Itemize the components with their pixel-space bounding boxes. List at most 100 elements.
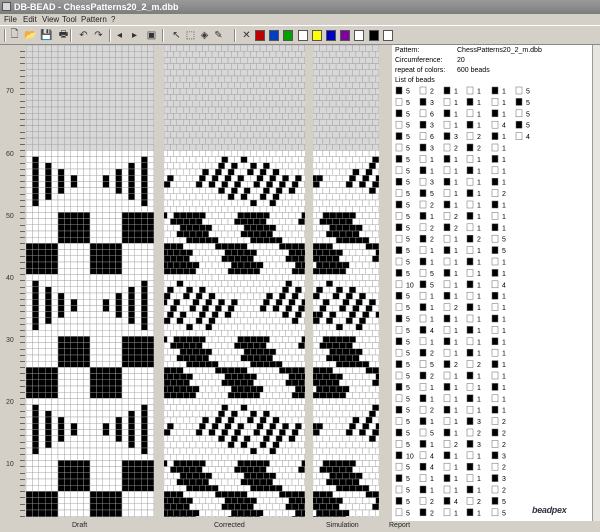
bead-cell <box>108 416 116 424</box>
draft-pane[interactable] <box>26 45 154 517</box>
bead-swatch <box>395 189 403 197</box>
vertical-scrollbar[interactable] <box>592 45 600 521</box>
bead-cell <box>199 348 206 356</box>
bead-cell <box>26 323 33 331</box>
tab-draft[interactable]: Draft <box>72 522 87 529</box>
bead-cell <box>240 367 248 374</box>
bead-cell <box>275 373 283 381</box>
bead-count: 5 <box>406 362 410 369</box>
bead-cell <box>342 137 350 145</box>
color-swatch[interactable] <box>369 30 379 41</box>
bead-cell <box>278 193 286 201</box>
bead-cell <box>262 137 270 145</box>
bead-cell <box>183 45 190 52</box>
bead-cell <box>329 361 337 368</box>
bead-cell <box>102 286 110 294</box>
new-file-icon[interactable]: 🗋 <box>8 29 21 42</box>
bead-cell <box>128 50 136 58</box>
redo-icon[interactable]: ↷ <box>92 29 105 42</box>
bead-cell <box>291 367 299 374</box>
bead-cell <box>26 249 33 257</box>
menu-help[interactable]: ? <box>111 15 115 24</box>
bead-cell <box>375 112 379 120</box>
bead-cell <box>176 243 184 250</box>
bead-count: 1 <box>454 168 458 175</box>
bead-cell <box>121 131 129 139</box>
save-icon[interactable]: 💾 <box>40 29 53 42</box>
bead-cell <box>313 503 320 511</box>
bead-cell <box>96 404 104 412</box>
bead-cell <box>45 348 52 356</box>
select-rect-icon[interactable]: ⬚ <box>184 29 197 42</box>
bead-cell <box>237 435 245 443</box>
delete-icon[interactable]: ✕ <box>240 29 253 42</box>
bead-cell <box>332 392 340 399</box>
bead-cell <box>316 137 324 145</box>
color-swatch[interactable] <box>269 30 279 41</box>
bead-cell <box>291 57 299 64</box>
bead-cell <box>140 435 148 443</box>
bead-cell <box>134 404 142 412</box>
bead-cell <box>269 187 277 195</box>
bead-cell <box>89 305 97 312</box>
bead-cell <box>313 410 317 418</box>
tab-simulation[interactable]: Simulation <box>326 522 359 529</box>
open-folder-icon[interactable]: 📂 <box>24 29 37 42</box>
arrow-left-icon[interactable]: ◂ <box>113 29 126 42</box>
menu-file[interactable]: File <box>4 15 17 24</box>
color-swatch[interactable] <box>255 30 265 41</box>
bead-cell <box>329 75 337 83</box>
pointer-icon[interactable]: ↖ <box>170 29 183 42</box>
color-swatch[interactable] <box>326 30 336 41</box>
bead-cell <box>256 137 264 145</box>
tab-corrected[interactable]: Corrected <box>214 522 245 529</box>
menu-tool[interactable]: Tool <box>62 15 77 24</box>
bead-cell <box>325 367 333 374</box>
bead-cell <box>64 298 72 306</box>
print-icon[interactable]: 🖶 <box>57 29 70 42</box>
arrow-right-icon[interactable]: ▸ <box>128 29 141 42</box>
bead-cell <box>38 255 46 263</box>
bead-cell <box>345 379 353 387</box>
bead-cell <box>342 88 350 95</box>
bead-cell <box>256 212 264 219</box>
color-swatch[interactable] <box>283 30 293 41</box>
bead-cell <box>359 193 367 201</box>
bead-cell <box>199 75 206 83</box>
bead-swatch <box>443 428 451 437</box>
bead-cell <box>121 274 129 281</box>
color-picker-icon[interactable]: ✎ <box>212 29 225 42</box>
bead-cell <box>250 63 258 71</box>
bead-cell <box>234 57 242 64</box>
bead-cell <box>259 342 267 350</box>
bead-cell <box>342 187 350 195</box>
menu-edit[interactable]: Edit <box>23 15 37 24</box>
color-swatch[interactable] <box>354 30 364 41</box>
bead-cell <box>192 398 200 405</box>
bead-cell <box>134 75 142 83</box>
bead-count: 2 <box>430 225 434 232</box>
fill-bucket-icon[interactable]: ◈ <box>198 29 211 42</box>
simulation-pane[interactable] <box>313 45 379 517</box>
menu-pattern[interactable]: Pattern <box>81 15 107 24</box>
color-swatch[interactable] <box>298 30 308 41</box>
tab-report[interactable]: Report <box>389 522 410 529</box>
bead-cell <box>262 75 270 83</box>
bead-cell <box>362 485 370 492</box>
corrected-pane[interactable] <box>164 45 305 517</box>
undo-icon[interactable]: ↶ <box>77 29 90 42</box>
bead-cell <box>26 168 33 176</box>
preview-icon[interactable]: ▣ <box>145 29 158 42</box>
bead-cell <box>202 82 210 89</box>
bead-cell <box>243 100 251 108</box>
bead-cell <box>189 119 197 126</box>
bead-swatch <box>466 417 474 425</box>
bead-count: 1 <box>477 339 481 346</box>
color-swatch[interactable] <box>383 30 393 41</box>
color-swatch[interactable] <box>312 30 322 41</box>
menu-view[interactable]: View <box>42 15 59 24</box>
bead-cell <box>375 509 379 517</box>
bead-cell <box>259 57 267 64</box>
color-swatch[interactable] <box>340 30 350 41</box>
bead-cell <box>250 162 258 170</box>
